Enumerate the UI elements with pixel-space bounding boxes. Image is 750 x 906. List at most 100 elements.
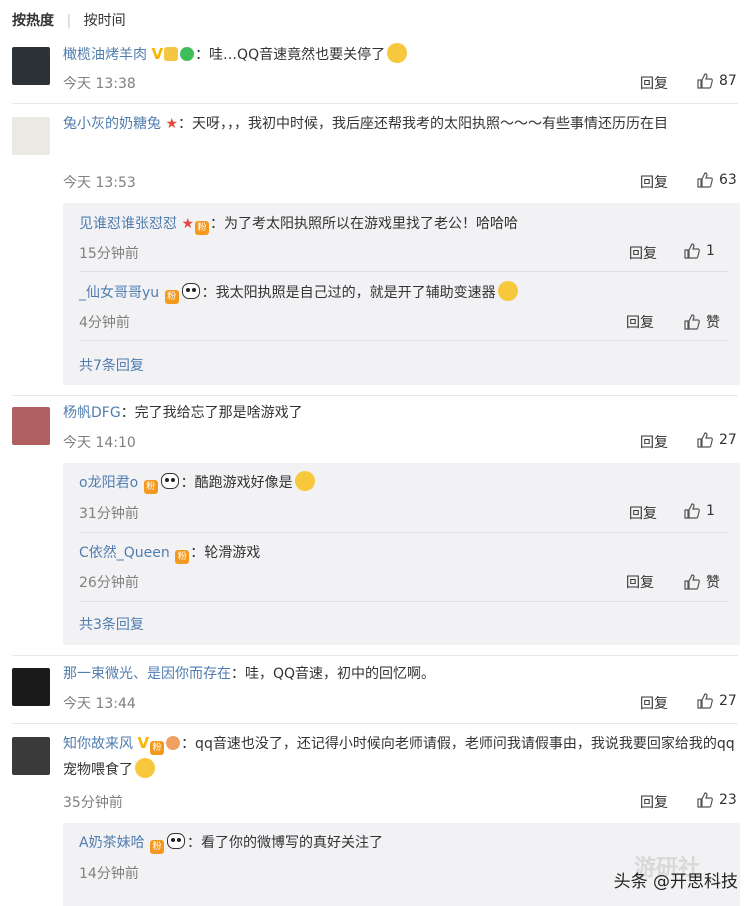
divider [79, 532, 728, 533]
reply-time: 4分钟前 [79, 315, 130, 331]
comment-body: 兔小灰的奶糖兔 ★：天呀，，，我初中时候，我后座还帮我考的太阳执照～～～有些事情… [63, 111, 740, 137]
comment-body: 杨帆DFG：完了我给忘了那是啥游戏了 [63, 400, 740, 426]
comment-time: 今天 13:38 [63, 76, 136, 92]
fan-badge-icon: 粉 [175, 550, 190, 564]
reply-username[interactable]: 见谁怼谁张怼怼 [79, 216, 177, 232]
reply-time: 31分钟前 [79, 506, 139, 522]
divider [79, 271, 728, 272]
reply-button[interactable]: 回复 [626, 312, 654, 332]
comment-body: 那一束微光、是因你而存在：哇，QQ音速，初中的回忆啊。 [63, 661, 740, 687]
sort-divider: | [66, 13, 72, 29]
panda-icon [167, 833, 186, 849]
like-count: 1 [706, 503, 715, 519]
reply-username[interactable]: _仙女哥哥yu [79, 285, 159, 301]
avatar[interactable] [12, 47, 50, 85]
reply-button[interactable]: 回复 [640, 172, 668, 192]
reply-body: A奶茶妹哈 粉 ：看了你的微博写的真好关注了 [79, 830, 728, 856]
thumbs-up-icon [684, 574, 700, 590]
avatar[interactable] [12, 668, 50, 706]
like-button[interactable]: 63 [697, 172, 737, 188]
comment-text: ：天呀，，，我初中时候，我后座还帮我考的太阳执照～～～有些事情还历历在目 [178, 116, 669, 132]
fan-badge-icon: 粉 [143, 480, 158, 494]
divider [12, 723, 738, 724]
reply-button[interactable]: 回复 [640, 432, 668, 452]
thumbs-up-icon [697, 693, 713, 709]
comment-username[interactable]: 杨帆DFG [63, 405, 121, 421]
thumbs-up-icon [697, 792, 713, 808]
comment-time: 今天 14:10 [63, 435, 136, 451]
reply-box: o龙阳君o 粉：酷跑游戏好像是 31分钟前 回复 1 C依然_Queen 粉：轮… [63, 463, 740, 645]
reply-box: 见谁怼谁张怼怼 ★ 粉：为了考太阳执照所以在游戏里找了老公！哈哈哈 15分钟前 回… [63, 203, 740, 385]
reply-username[interactable]: C依然_Queen [79, 545, 170, 561]
reply-button[interactable]: 回复 [640, 792, 668, 812]
avatar[interactable] [12, 737, 50, 775]
emoji-icon [294, 471, 315, 491]
like-count: 27 [719, 432, 737, 448]
like-button[interactable]: 87 [697, 73, 737, 89]
like-button[interactable]: 27 [697, 693, 737, 709]
comment-time: 今天 13:44 [63, 696, 136, 712]
like-count: 87 [719, 73, 737, 89]
reply-button[interactable]: 回复 [629, 503, 657, 523]
comment-username[interactable]: 橄榄油烤羊肉 [63, 47, 147, 63]
reply-text: ：看了你的微博写的真好关注了 [187, 835, 384, 851]
reply-text: ：轮滑游戏 [190, 545, 261, 561]
like-button[interactable]: 1 [684, 243, 715, 259]
fan-badge-icon: 粉 [164, 290, 179, 304]
like-count: 1 [706, 243, 715, 259]
reply-text: ：为了考太阳执照所以在游戏里找了老公！哈哈哈 [210, 216, 519, 232]
divider [79, 601, 728, 602]
like-button[interactable]: 1 [684, 503, 715, 519]
sort-by-hot[interactable]: 按热度 [12, 13, 54, 29]
reply-body: o龙阳君o 粉 ：酷跑游戏好像是 [79, 470, 728, 496]
comment-text: ：哇，QQ音速，初中的回忆啊。 [231, 666, 436, 682]
reply-time: 15分钟前 [79, 246, 139, 262]
like-button[interactable]: 赞 [684, 312, 720, 332]
reply-button[interactable]: 回复 [640, 73, 668, 93]
avatar[interactable] [12, 117, 50, 155]
like-button[interactable]: 23 [697, 792, 737, 808]
comment-username[interactable]: 兔小灰的奶糖兔 [63, 116, 161, 132]
star-badge-icon: ★ [181, 216, 195, 232]
like-label: 赞 [706, 575, 720, 591]
sort-by-time[interactable]: 按时间 [84, 13, 126, 29]
cup-badge-icon [164, 47, 179, 61]
reply-body: C依然_Queen 粉：轮滑游戏 [79, 540, 728, 566]
reply-button[interactable]: 回复 [626, 572, 654, 592]
member-badge-icon [180, 47, 195, 61]
comment-username[interactable]: 知你故来风 [63, 736, 133, 752]
reply-text: ：酷跑游戏好像是 [180, 475, 293, 491]
reply-time: 26分钟前 [79, 575, 139, 591]
like-count: 63 [719, 172, 737, 188]
more-replies-link[interactable]: 共3条回复 [79, 614, 144, 634]
like-label: 赞 [706, 315, 720, 331]
vip-badge-icon: V [137, 734, 150, 752]
fan-badge-icon: 粉 [195, 221, 210, 235]
reply-username[interactable]: A奶茶妹哈 [79, 835, 145, 851]
comment-time: 今天 13:53 [63, 175, 136, 191]
reply-button[interactable]: 回复 [629, 243, 657, 263]
like-button[interactable]: 赞 [684, 572, 720, 592]
thumbs-up-icon [697, 172, 713, 188]
thumbs-up-icon [684, 503, 700, 519]
fan-badge-icon: 粉 [150, 840, 165, 854]
comment-time: 35分钟前 [63, 795, 123, 811]
thumbs-up-icon [697, 73, 713, 89]
like-count: 23 [719, 792, 737, 808]
sort-bar: 按热度 | 按时间 [12, 10, 126, 30]
like-button[interactable]: 27 [697, 432, 737, 448]
avatar[interactable] [12, 407, 50, 445]
thumbs-up-icon [684, 314, 700, 330]
divider [12, 103, 738, 104]
more-replies-link[interactable]: 共7条回复 [79, 355, 144, 375]
panda-icon [160, 473, 179, 489]
thumbs-up-icon [697, 432, 713, 448]
comment-body: 知你故来风 V 粉：qq音速也没了，还记得小时候向老师请假，老师问我请假事由，我说… [63, 730, 740, 783]
reply-username[interactable]: o龙阳君o [79, 475, 138, 491]
reply-text: ：我太阳执照是自己过的，就是开了辅助变速器 [201, 285, 496, 301]
fan-badge-icon: 粉 [150, 741, 165, 755]
reply-button[interactable]: 回复 [640, 693, 668, 713]
comment-username[interactable]: 那一束微光、是因你而存在 [63, 666, 231, 682]
reply-time: 14分钟前 [79, 866, 139, 882]
reply-body: 见谁怼谁张怼怼 ★ 粉：为了考太阳执照所以在游戏里找了老公！哈哈哈 [79, 211, 728, 237]
